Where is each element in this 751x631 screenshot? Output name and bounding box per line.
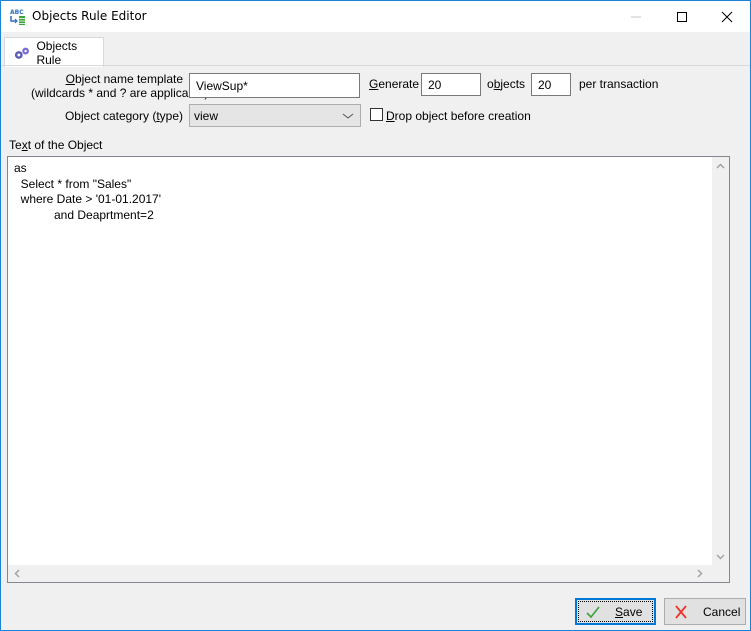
- chevron-down-icon: [716, 553, 725, 560]
- svg-text:ABC: ABC: [10, 9, 24, 16]
- object-text-label: Text of the Object: [9, 138, 102, 152]
- drop-before-creation-label[interactable]: Drop object before creation: [386, 109, 531, 123]
- objects-label: objects: [487, 77, 525, 91]
- object-category-select[interactable]: view: [189, 104, 361, 127]
- name-template-label: Object name template: [31, 72, 183, 86]
- editor-content[interactable]: as Select * from "Sales" where Date > '0…: [14, 161, 161, 223]
- per-transaction-label: per transaction: [579, 77, 659, 91]
- window-title: Objects Rule Editor: [32, 9, 147, 23]
- close-button[interactable]: [704, 1, 750, 32]
- tab-label: Objects Rule: [36, 38, 78, 67]
- label-text: ype): [159, 109, 183, 123]
- focus-rectangle: [578, 601, 653, 622]
- generate-count-input[interactable]: [421, 73, 481, 96]
- category-label: Object category (type): [31, 109, 183, 123]
- tab-objects-rule[interactable]: Objects Rule: [4, 37, 104, 67]
- label-text: Te: [9, 138, 22, 152]
- chevron-right-icon: [696, 569, 703, 578]
- save-button[interactable]: Save: [575, 598, 656, 625]
- label-text: rop object before creation: [394, 109, 531, 123]
- accel-key: G: [369, 77, 379, 91]
- title-bar[interactable]: ABC Objects Rule Editor: [1, 1, 750, 32]
- chevron-left-icon: [13, 569, 20, 578]
- selected-value: view: [194, 108, 219, 123]
- label-text: enerate: [378, 77, 420, 91]
- minimize-button[interactable]: [613, 1, 659, 32]
- label-text: Object category (: [64, 109, 157, 123]
- scroll-down-button[interactable]: [712, 548, 729, 565]
- cancel-label: Cancel: [703, 604, 741, 619]
- scroll-left-button[interactable]: [8, 565, 25, 582]
- scroll-right-button[interactable]: [691, 565, 708, 582]
- generate-label: Generate: [369, 77, 419, 91]
- maximize-button[interactable]: [659, 1, 705, 32]
- x-icon: [675, 604, 687, 619]
- vertical-scrollbar[interactable]: [712, 157, 729, 565]
- cancel-button[interactable]: Cancel: [664, 598, 746, 625]
- object-text-editor[interactable]: as Select * from "Sales" where Date > '0…: [7, 156, 730, 583]
- tab-strip: Objects Rule: [1, 32, 750, 67]
- objects-per-transaction-input[interactable]: [531, 73, 571, 96]
- drop-before-creation-checkbox[interactable]: [370, 108, 383, 121]
- app-icon: ABC: [10, 9, 25, 25]
- scroll-up-button[interactable]: [712, 157, 729, 174]
- close-icon: [721, 11, 733, 22]
- object-name-template-input[interactable]: [189, 73, 360, 98]
- label-text: t of the Object: [27, 138, 103, 152]
- accel-key: O: [65, 72, 75, 86]
- gears-icon: [14, 47, 29, 59]
- tab-divider: [1, 65, 750, 66]
- label-text: jects: [500, 77, 526, 91]
- minimize-icon: [631, 16, 641, 17]
- chevron-down-icon: [342, 113, 354, 119]
- label-text: bject name template: [74, 72, 183, 86]
- label-text: o: [487, 77, 494, 91]
- maximize-icon: [677, 11, 687, 22]
- accel-key: D: [386, 109, 395, 123]
- name-template-hint: (wildcards * and ? are applicable): [31, 86, 209, 100]
- chevron-up-icon: [716, 162, 725, 169]
- horizontal-scrollbar[interactable]: [8, 565, 729, 582]
- objects-rule-editor-window: ABC Objects Rule Editor Objects Rule Obj…: [0, 0, 751, 631]
